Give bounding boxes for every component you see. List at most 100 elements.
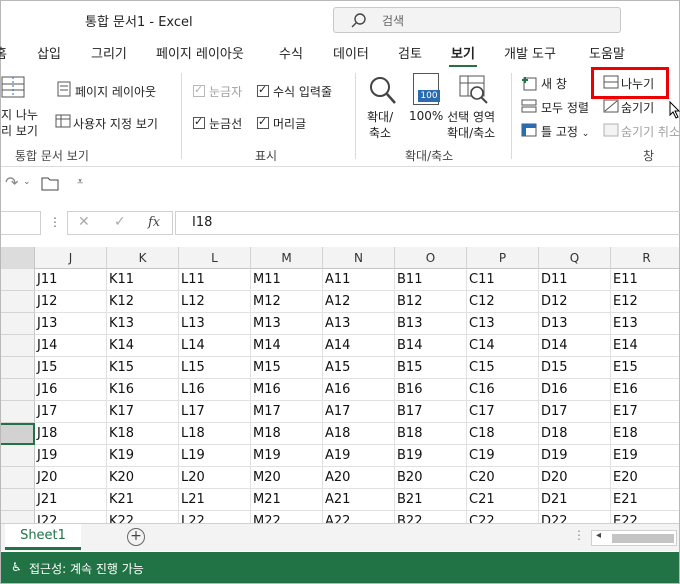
cell[interactable]: A11: [323, 269, 395, 291]
cell[interactable]: J12: [35, 291, 107, 313]
formula-input[interactable]: I18: [175, 211, 680, 235]
unhide-button[interactable]: 숨기기 취소: [621, 123, 680, 140]
column-header[interactable]: N: [323, 247, 395, 269]
add-sheet-icon[interactable]: +: [127, 528, 145, 546]
cell[interactable]: M21: [251, 489, 323, 511]
chevron-down-icon[interactable]: ⌄: [23, 177, 31, 187]
cell[interactable]: A14: [323, 335, 395, 357]
cell[interactable]: L22: [179, 511, 251, 523]
cell[interactable]: M15: [251, 357, 323, 379]
cell[interactable]: C12: [467, 291, 539, 313]
cell[interactable]: M11: [251, 269, 323, 291]
cell[interactable]: K21: [107, 489, 179, 511]
cell[interactable]: D11: [539, 269, 611, 291]
row-header[interactable]: [1, 489, 35, 511]
cell[interactable]: J19: [35, 445, 107, 467]
column-header[interactable]: O: [395, 247, 467, 269]
cell[interactable]: K16: [107, 379, 179, 401]
cell[interactable]: A21: [323, 489, 395, 511]
cell[interactable]: J13: [35, 313, 107, 335]
cell[interactable]: L16: [179, 379, 251, 401]
cell[interactable]: K11: [107, 269, 179, 291]
cell[interactable]: M22: [251, 511, 323, 523]
cell[interactable]: E22: [611, 511, 679, 523]
custom-views-button[interactable]: 사용자 지정 보기: [73, 115, 158, 132]
row-header[interactable]: [1, 445, 35, 467]
cell[interactable]: A12: [323, 291, 395, 313]
cell[interactable]: C16: [467, 379, 539, 401]
cell[interactable]: J20: [35, 467, 107, 489]
cell[interactable]: E14: [611, 335, 679, 357]
name-box[interactable]: [1, 211, 41, 235]
cell[interactable]: J11: [35, 269, 107, 291]
cell[interactable]: L18: [179, 423, 251, 445]
cell[interactable]: E18: [611, 423, 679, 445]
tab-options-icon[interactable]: ⋮: [573, 528, 585, 542]
cell[interactable]: B14: [395, 335, 467, 357]
row-header[interactable]: [1, 401, 35, 423]
cell[interactable]: J22: [35, 511, 107, 523]
cell[interactable]: J15: [35, 357, 107, 379]
tab-page-layout[interactable]: 페이지 레이아웃: [156, 43, 244, 62]
cell[interactable]: L15: [179, 357, 251, 379]
cell[interactable]: M14: [251, 335, 323, 357]
redo-icon[interactable]: ↷: [5, 173, 18, 192]
tab-review[interactable]: 검토: [398, 43, 422, 62]
cell[interactable]: A15: [323, 357, 395, 379]
cell[interactable]: D12: [539, 291, 611, 313]
cell[interactable]: K19: [107, 445, 179, 467]
cell[interactable]: C22: [467, 511, 539, 523]
cell[interactable]: M18: [251, 423, 323, 445]
cell[interactable]: L11: [179, 269, 251, 291]
cell[interactable]: C13: [467, 313, 539, 335]
freeze-panes-button[interactable]: 틀 고정 ⌄: [541, 123, 589, 140]
column-header[interactable]: L: [179, 247, 251, 269]
cell[interactable]: E12: [611, 291, 679, 313]
cell[interactable]: L17: [179, 401, 251, 423]
column-header[interactable]: K: [107, 247, 179, 269]
cell[interactable]: L19: [179, 445, 251, 467]
cell[interactable]: E15: [611, 357, 679, 379]
column-header[interactable]: P: [467, 247, 539, 269]
formula-bar-checkbox[interactable]: 수식 입력줄: [257, 83, 332, 100]
cell[interactable]: L21: [179, 489, 251, 511]
cell[interactable]: B19: [395, 445, 467, 467]
cell[interactable]: B12: [395, 291, 467, 313]
row-header[interactable]: [1, 291, 35, 313]
cell[interactable]: C17: [467, 401, 539, 423]
customize-qat-icon[interactable]: ⩡: [77, 175, 83, 189]
cell[interactable]: L14: [179, 335, 251, 357]
cell[interactable]: D21: [539, 489, 611, 511]
insert-function-icon[interactable]: fx: [148, 215, 160, 230]
cell[interactable]: L12: [179, 291, 251, 313]
cell[interactable]: J21: [35, 489, 107, 511]
cell[interactable]: A20: [323, 467, 395, 489]
cell[interactable]: E13: [611, 313, 679, 335]
new-window-button[interactable]: 새 창: [541, 75, 567, 92]
page-break-preview-button[interactable]: 지 나누 리 보기: [1, 107, 38, 139]
cell[interactable]: B21: [395, 489, 467, 511]
accessibility-status[interactable]: 접근성: 계속 진행 가능: [29, 560, 144, 577]
cell[interactable]: D19: [539, 445, 611, 467]
cell[interactable]: B18: [395, 423, 467, 445]
cell[interactable]: M16: [251, 379, 323, 401]
cell[interactable]: D18: [539, 423, 611, 445]
horizontal-scrollbar[interactable]: ◂: [591, 530, 677, 546]
tab-data[interactable]: 데이터: [333, 43, 369, 62]
cell[interactable]: C18: [467, 423, 539, 445]
cell[interactable]: A22: [323, 511, 395, 523]
cell[interactable]: A13: [323, 313, 395, 335]
cell[interactable]: K22: [107, 511, 179, 523]
tab-formulas[interactable]: 수식: [279, 43, 303, 62]
cell[interactable]: D13: [539, 313, 611, 335]
cell[interactable]: E21: [611, 489, 679, 511]
row-header[interactable]: [1, 313, 35, 335]
folder-icon[interactable]: [41, 175, 59, 191]
cell[interactable]: J16: [35, 379, 107, 401]
cell[interactable]: E17: [611, 401, 679, 423]
cell[interactable]: A19: [323, 445, 395, 467]
cell[interactable]: K20: [107, 467, 179, 489]
column-header[interactable]: Q: [539, 247, 611, 269]
more-options-icon[interactable]: ⋮: [49, 215, 61, 229]
zoom-100-button[interactable]: 100%: [409, 109, 443, 123]
